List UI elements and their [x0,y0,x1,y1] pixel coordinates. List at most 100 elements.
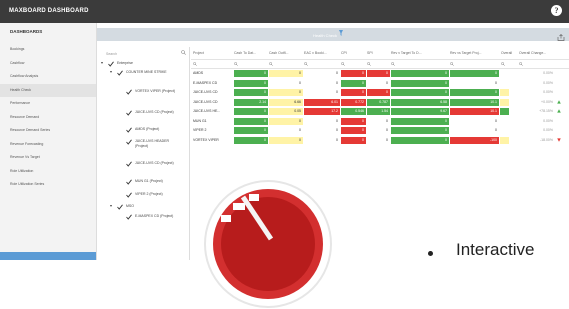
table-row[interactable]: AMDS 0 0 0 0 0 0 0 0.00% [191,69,569,78]
metric-cell: 0 [391,89,449,96]
metric-cell: 6.58 [391,98,449,106]
sidebar-item[interactable]: Role Utilization [0,165,96,178]
sidebar-item[interactable]: Health Check [0,83,96,97]
metric-cell: 0 [304,136,340,144]
column-header[interactable]: Cash Outfl... [269,51,303,55]
sidebar-item[interactable]: Resource Demand [0,111,96,124]
metric-cell: 0.05 [269,108,303,115]
metric-cell: 17.2 [304,108,340,115]
tree-node-label[interactable]: VIPER 2 (Project) [135,192,181,197]
tree-node-label[interactable]: MUN G1 (Project) [135,179,181,184]
tree-node-label[interactable]: JUICE-UVS HEADER (Project) [135,139,181,149]
sidebar-item[interactable]: Cashflow [0,57,96,70]
checkbox-checked-icon[interactable] [117,70,123,76]
tree-node-label[interactable]: AMDS (Project) [135,127,181,132]
table-row[interactable]: E-MASPEX CD 0 0 0 0 0 0 0 0.00% [191,79,569,88]
overall-change-cell: -18.00% [539,137,553,142]
metric-cell: 0 [341,79,366,87]
expand-icon[interactable]: ▾ [110,203,112,208]
metric-cell: 0 [367,79,390,87]
sidebar-item[interactable]: Role Utilization Series [0,178,96,191]
expand-icon[interactable]: ▾ [101,60,103,65]
column-search-icon[interactable] [501,62,505,66]
column-header[interactable]: Cash To Dat... [234,51,268,55]
overall-change-cell: +0.00% [541,99,553,104]
sidebar-item[interactable]: Revenue Forecasting [0,138,96,151]
main-panel: Health Check Search ▾ Enterprise ▾ COUNTER … [97,23,569,260]
metric-cell: 0 [341,127,366,134]
column-search-icon[interactable] [391,62,395,66]
overall-change-cell: 0.00% [543,80,553,85]
column-header[interactable]: Project [193,51,233,55]
tree-node-label[interactable]: Enterprise [117,61,177,66]
overall-indicator [500,127,509,134]
sidebar-item[interactable]: Cashflow Analysis [0,70,96,83]
expand-icon[interactable]: ▾ [110,69,112,74]
column-header[interactable]: Overall Change... [519,51,567,55]
tree-node-label[interactable]: VORTEX VIPER (Project) [135,89,181,94]
table-row[interactable]: VIPER 2 0 0 0 0 0 0 0 0.00% [191,126,569,135]
sidebar-item[interactable]: Performance [0,97,96,110]
column-search-icon[interactable] [341,62,345,66]
metric-cell: 0 [269,79,303,87]
overall-indicator [500,70,509,77]
checkbox-checked-icon[interactable] [126,89,132,95]
sidebar-item[interactable]: Revenue Vs Target [0,151,96,164]
column-search-icon[interactable] [450,62,454,66]
metric-cell: 0 [341,70,366,77]
filter-icon[interactable] [339,30,343,36]
checkbox-checked-icon[interactable] [117,204,123,210]
column-header[interactable]: EAC v Booki... [304,51,338,55]
tree-node-label[interactable]: JUICE-UVS CD (Project) [135,110,181,115]
tree-node-label[interactable]: COUNTER MINE STRIKE [126,70,186,75]
column-search-icon[interactable] [193,62,197,66]
tree-node-label[interactable]: JUICE-UVS CD (Project) [135,161,181,166]
metric-cell: 0 [367,127,390,134]
column-header[interactable]: Overall [501,51,518,55]
column-search-icon[interactable] [234,62,238,66]
table-row[interactable]: JUICE-UVS CD 2.14 6.66 6.01 0.772 0.787 6.58 10… [191,98,569,107]
checkbox-checked-icon[interactable] [126,110,132,116]
table-row[interactable]: JUICE-UVS HE... 0 0.05 17.2 0.546 1.54 9.67 10.… [191,107,569,116]
column-header[interactable]: SPI [367,51,389,55]
metric-cell: 0 [304,79,340,87]
overall-indicator [500,89,509,96]
checkbox-checked-icon[interactable] [126,214,132,220]
metric-cell: 0 [450,127,499,134]
checkbox-checked-icon[interactable] [126,127,132,133]
metric-cell: 0 [450,70,499,77]
metric-cell: 0 [234,117,268,125]
tree-node-label[interactable]: MSO [126,204,186,209]
sidebar-item-label: Cashflow [10,60,25,65]
column-header[interactable]: Rev v Target To D... [391,51,447,55]
panel-header: Health Check [97,28,569,41]
metric-cell: 0 [367,117,390,125]
checkbox-checked-icon[interactable] [126,192,132,198]
checkbox-checked-icon[interactable] [126,139,132,145]
metric-cell: 0 [304,89,340,96]
top-bar: MAXBOARD DASHBOARD ? [0,0,569,23]
column-search-icon[interactable] [367,62,371,66]
column-header[interactable]: CPI [341,51,365,55]
column-search-icon[interactable] [519,62,523,66]
column-search-icon[interactable] [304,62,308,66]
search-icon[interactable] [181,50,186,55]
tree-node-label[interactable]: E-MASPEX CD (Project) [135,214,181,219]
export-icon[interactable] [557,34,565,41]
checkbox-checked-icon[interactable] [108,61,114,67]
sidebar-item-label: Bookings [10,47,25,51]
table-row[interactable]: VORTEX VIPER 0 0 0 0 0 0 -100 -18.00% [191,136,569,145]
column-search-icon[interactable] [269,62,273,66]
metric-cell: 0 [269,89,303,96]
overall-change-cell: 0.00% [543,128,553,132]
table-row[interactable]: MUN G1 0 0 0 0 0 0 0 0.00% [191,117,569,126]
column-header[interactable]: Rev vs Target Proj... [450,51,498,55]
sidebar-item[interactable]: Resource Demand Series [0,124,96,137]
sidebar-item[interactable]: Bookings [0,43,96,56]
sidebar-item-label: Role Utilization [10,168,34,173]
help-icon[interactable]: ? [551,5,562,16]
checkbox-checked-icon[interactable] [126,161,132,167]
checkbox-checked-icon[interactable] [126,179,132,185]
table-row[interactable]: JUICE-UVS CD 0 0 0 0 0 0 0 0.00% [191,88,569,97]
tree-search-input[interactable]: Search [106,52,117,56]
